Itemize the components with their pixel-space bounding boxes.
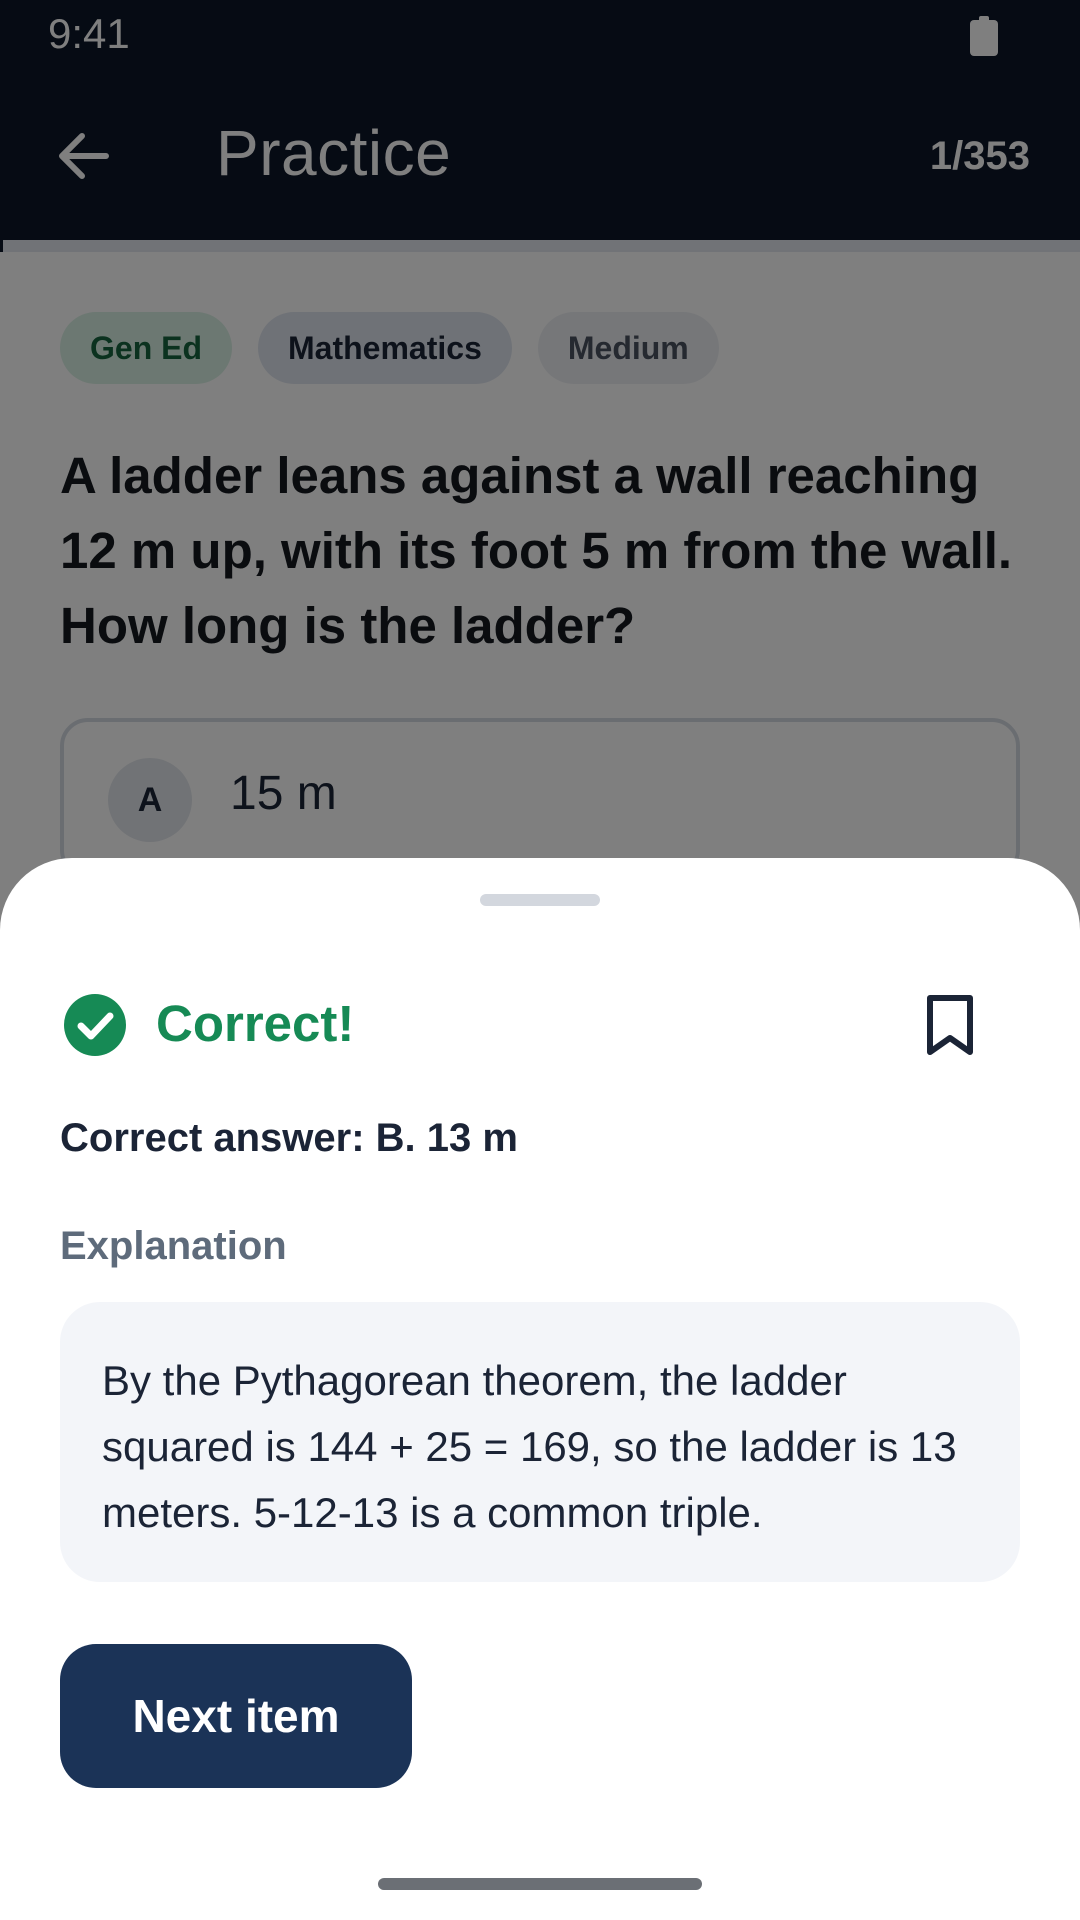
home-indicator[interactable] [378, 1878, 702, 1890]
bookmark-icon[interactable] [920, 994, 980, 1056]
explanation-box: By the Pythagorean theorem, the ladder s… [60, 1302, 1020, 1582]
explanation-label: Explanation [60, 1224, 287, 1268]
result-title: Correct! [156, 995, 355, 1052]
check-circle-icon [64, 994, 126, 1056]
practice-screen: 9:41 Practice 1/353 Gen Ed Mathematics M… [0, 0, 1080, 1920]
explanation-text: By the Pythagorean theorem, the ladder s… [102, 1357, 957, 1536]
next-item-button[interactable]: Next item [60, 1644, 412, 1788]
feedback-bottom-sheet: Correct! Correct answer: B. 13 m Explana… [0, 858, 1080, 1920]
drag-handle[interactable] [480, 894, 600, 906]
correct-answer: Correct answer: B. 13 m [60, 1116, 518, 1160]
